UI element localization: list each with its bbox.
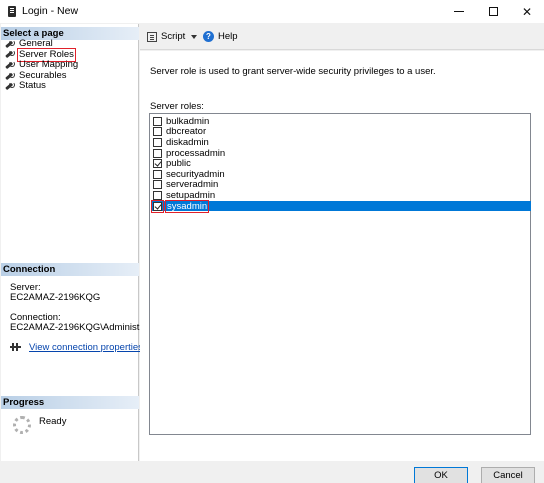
help-label: Help — [218, 31, 238, 42]
toolbar: Script ? Help — [140, 24, 544, 50]
role-item-sysadmin[interactable]: sysadmin — [151, 199, 531, 213]
page-list: General Server Roles User Mapping Secura… — [4, 38, 136, 92]
ok-button[interactable]: OK — [414, 467, 468, 483]
role-checkbox[interactable] — [153, 190, 162, 200]
role-checkbox[interactable] — [153, 169, 162, 179]
role-checkbox[interactable] — [153, 159, 162, 169]
role-checkbox[interactable] — [153, 127, 162, 137]
role-label: securityadmin — [166, 168, 225, 180]
role-item-diskadmin[interactable]: diskadmin — [151, 137, 531, 148]
server-roles-label: Server roles: — [150, 101, 204, 112]
script-button[interactable]: Script — [147, 31, 198, 42]
role-checkbox[interactable] — [153, 116, 162, 126]
description-text: Server role is used to grant server-wide… — [150, 66, 436, 77]
role-label: public — [166, 158, 191, 170]
view-connection-properties-link[interactable]: View connection properties — [29, 342, 143, 353]
role-label: dbcreator — [166, 126, 207, 138]
minimize-icon — [454, 11, 464, 12]
wrench-icon — [4, 82, 15, 91]
help-button[interactable]: ? Help — [203, 31, 238, 42]
connection-properties-icon — [10, 343, 21, 352]
role-label: setupadmin — [166, 189, 216, 201]
wrench-icon — [4, 60, 15, 70]
progress-spinner-icon — [13, 416, 31, 434]
server-value: EC2AMAZ-2196KQG — [10, 292, 101, 303]
cancel-button[interactable]: Cancel — [481, 467, 535, 483]
role-label: processadmin — [166, 147, 226, 159]
close-icon: ✕ — [521, 4, 533, 19]
role-label: serveradmin — [166, 179, 219, 191]
connection-value: EC2AMAZ-2196KQG\Administrato — [10, 322, 156, 333]
page-item-general[interactable]: General — [4, 38, 136, 50]
help-icon: ? — [203, 31, 214, 42]
role-item-serveradmin[interactable]: serveradmin — [151, 179, 531, 191]
role-label: diskadmin — [166, 136, 209, 148]
wrench-icon — [4, 50, 15, 59]
server-roles-list[interactable]: bulkadmin dbcreator diskadmin processadm… — [149, 113, 531, 435]
role-item-dbcreator[interactable]: dbcreator — [151, 126, 531, 138]
progress-status: Ready — [39, 416, 67, 427]
role-checkbox[interactable] — [153, 137, 162, 147]
role-item-setupadmin[interactable]: setupadmin — [151, 190, 531, 201]
maximize-icon — [488, 7, 498, 16]
wrench-icon — [4, 71, 15, 81]
maximize-button[interactable] — [476, 0, 510, 23]
wrench-icon — [4, 39, 15, 49]
connection-header: Connection — [1, 263, 139, 276]
role-checkbox[interactable] — [153, 148, 162, 158]
role-item-public[interactable]: public — [151, 158, 531, 169]
page-item-label: Status — [19, 80, 46, 92]
main-content: Server role is used to grant server-wide… — [140, 51, 544, 461]
page-item-label: General — [19, 38, 53, 49]
script-label: Script — [161, 31, 186, 42]
role-label: bulkadmin — [166, 115, 210, 127]
view-connection-properties[interactable]: View connection properties — [10, 342, 143, 353]
progress-header: Progress — [1, 396, 139, 409]
role-checkbox[interactable] — [151, 199, 164, 213]
chevron-down-icon[interactable] — [191, 34, 198, 39]
app-icon — [8, 6, 16, 17]
role-checkbox[interactable] — [153, 180, 162, 190]
close-button[interactable]: ✕ — [510, 0, 544, 23]
window-title: Login - New — [22, 5, 79, 17]
left-pane: Select a page General Server Roles User … — [1, 24, 156, 461]
role-item-securityadmin[interactable]: securityadmin — [151, 169, 531, 180]
button-bar: OK Cancel — [0, 461, 544, 483]
script-icon — [147, 31, 157, 42]
page-item-status[interactable]: Status — [4, 81, 136, 92]
role-label: sysadmin — [164, 199, 210, 213]
title-bar: Login - New ✕ — [0, 0, 544, 23]
role-item-processadmin[interactable]: processadmin — [151, 148, 531, 159]
role-item-bulkadmin[interactable]: bulkadmin — [151, 116, 531, 127]
minimize-button[interactable] — [442, 0, 476, 23]
